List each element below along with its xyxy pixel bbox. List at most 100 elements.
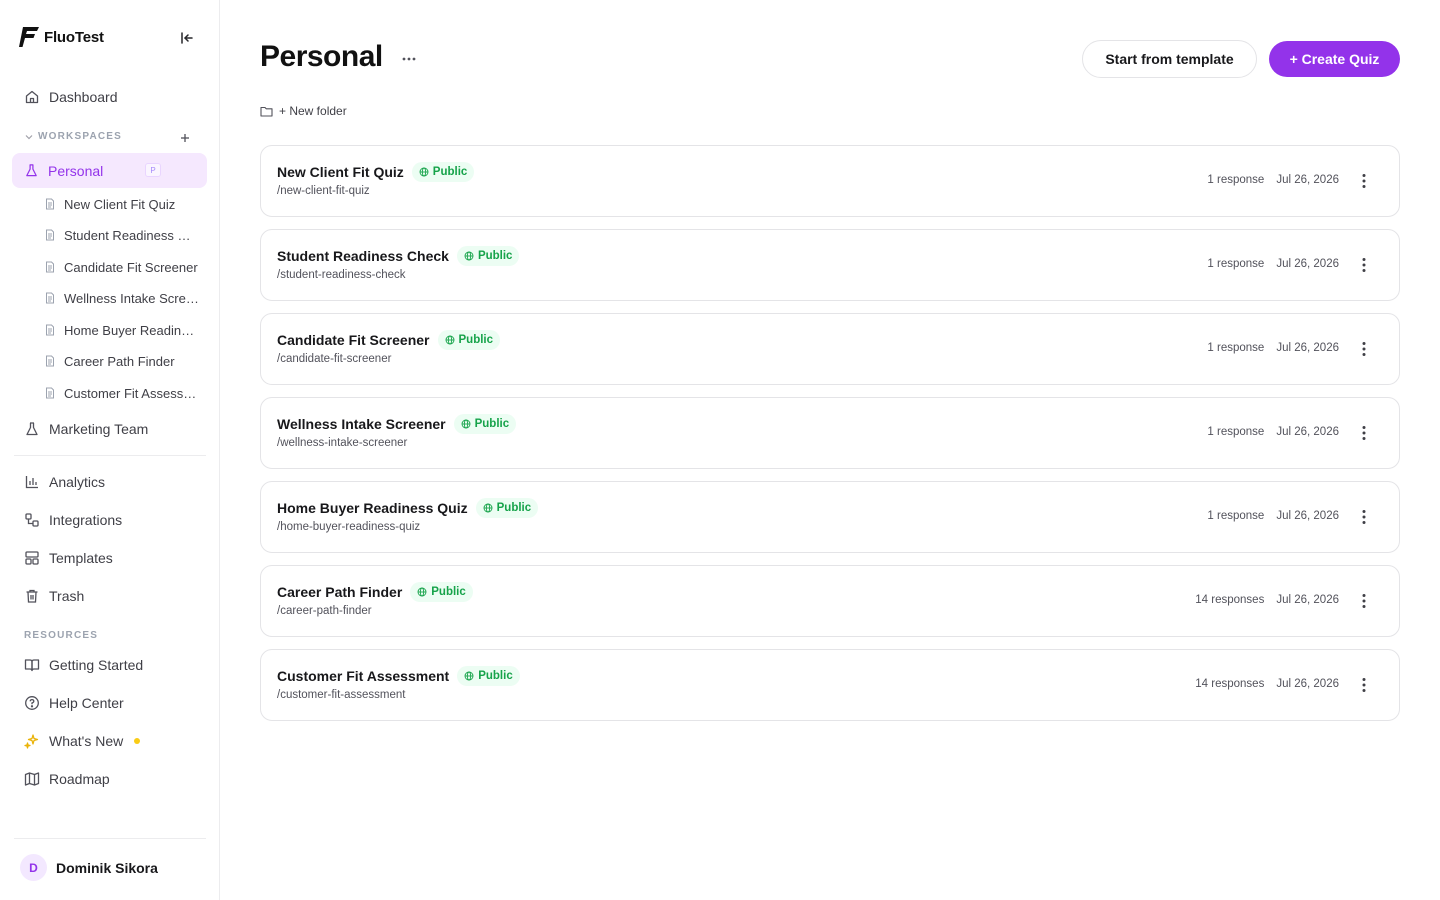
sidebar-quiz-label: Candidate Fit Screener [64, 259, 198, 275]
document-icon [46, 324, 54, 336]
quiz-card[interactable]: Customer Fit Assessment Public /customer… [260, 649, 1400, 721]
sidebar-item-label: Roadmap [49, 771, 110, 787]
quiz-slug: /new-client-fit-quiz [277, 185, 370, 197]
quiz-slug: /career-path-finder [277, 605, 372, 617]
kebab-menu-icon[interactable] [1355, 424, 1373, 442]
avatar: D [20, 854, 47, 881]
response-count: 1 response [1207, 510, 1265, 522]
document-icon [46, 261, 54, 273]
sidebar-quiz-label: Career Path Finder [64, 353, 175, 369]
quiz-slug: /home-buyer-readiness-quiz [277, 521, 421, 533]
status-label: Public [458, 334, 494, 346]
sidebar-item-integrations[interactable]: Integrations [12, 503, 207, 537]
sidebar-item-templates[interactable]: Templates [12, 541, 207, 575]
status-badge: Public [437, 330, 501, 350]
help-circle-icon [25, 696, 39, 710]
kebab-menu-icon[interactable] [1355, 172, 1373, 190]
workspace-badge: P [145, 163, 161, 177]
sidebar-item-getting-started[interactable]: Getting Started [12, 648, 207, 682]
brand-name: FluoTest [44, 28, 104, 46]
flask-icon [26, 164, 37, 177]
quiz-date: Jul 26, 2026 [1276, 174, 1339, 186]
flask-icon [26, 422, 38, 436]
folder-icon [260, 106, 273, 117]
new-folder-button[interactable]: + New folder [260, 104, 347, 118]
templates-icon [25, 551, 39, 565]
workspace-personal[interactable]: Personal P [12, 153, 207, 188]
sidebar-item-analytics[interactable]: Analytics [12, 465, 207, 499]
quiz-date: Jul 26, 2026 [1276, 426, 1339, 438]
kebab-menu-icon[interactable] [1355, 256, 1373, 274]
sidebar-quiz-label: New Client Fit Quiz [64, 196, 176, 212]
status-badge: Public [410, 582, 473, 602]
quiz-date: Jul 26, 2026 [1276, 678, 1339, 690]
document-icon [46, 198, 54, 210]
quiz-name: Wellness Intake Screener [277, 416, 446, 432]
sidebar-item-help-center[interactable]: Help Center [12, 686, 207, 720]
quiz-slug: /wellness-intake-screener [277, 437, 408, 449]
workspaces-header[interactable]: WORKSPACES [24, 131, 192, 142]
globe-icon [445, 335, 454, 345]
kebab-menu-icon[interactable] [1355, 676, 1373, 694]
home-icon [25, 90, 39, 104]
sidebar-quiz-label: Customer Fit Assessment [64, 385, 199, 401]
sidebar-quiz-item[interactable]: New Client Fit Quiz [44, 192, 199, 216]
quiz-slug: /customer-fit-assessment [277, 689, 406, 701]
response-count: 14 responses [1195, 594, 1265, 606]
kebab-menu-icon[interactable] [1355, 508, 1373, 526]
response-count: 14 responses [1195, 678, 1265, 690]
book-icon [24, 659, 40, 672]
resources-label: RESOURCES [24, 630, 99, 641]
sidebar-item-label: Help Center [49, 695, 124, 711]
quiz-card[interactable]: Career Path Finder Public /career-path-f… [260, 565, 1400, 637]
new-folder-label: + New folder [279, 104, 347, 118]
collapse-sidebar-icon[interactable] [178, 29, 196, 47]
sidebar-item-trash[interactable]: Trash [12, 579, 207, 613]
bar-chart-icon [25, 476, 38, 489]
status-label: Public [474, 418, 510, 430]
sidebar-item-label: What's New [49, 733, 124, 749]
user-profile[interactable]: D Dominik Sikora [20, 854, 158, 881]
kebab-menu-icon[interactable] [1355, 592, 1373, 610]
workspaces-label: WORKSPACES [38, 131, 123, 142]
fluotest-logo-icon [19, 27, 39, 47]
sidebar-item-dashboard[interactable]: Dashboard [12, 80, 207, 114]
status-label: Public [478, 670, 513, 682]
integrations-icon [25, 513, 39, 527]
workspace-marketing-label: Marketing Team [49, 421, 149, 437]
response-count: 1 response [1207, 258, 1265, 270]
quiz-date: Jul 26, 2026 [1276, 510, 1339, 522]
status-badge: Public [456, 246, 520, 266]
kebab-menu-icon[interactable] [1355, 340, 1373, 358]
workspace-marketing-team[interactable]: Marketing Team [12, 412, 207, 446]
sidebar-quiz-item[interactable]: Candidate Fit Screener [44, 255, 199, 279]
status-badge: Public [453, 414, 517, 434]
add-workspace-icon[interactable] [178, 131, 192, 145]
quiz-card[interactable]: Candidate Fit Screener Public /candidate… [260, 313, 1400, 385]
start-from-template-button[interactable]: Start from template [1082, 40, 1257, 78]
brand-logo[interactable]: FluoTest [19, 25, 104, 49]
sidebar-quiz-item[interactable]: Customer Fit Assessment [44, 381, 199, 405]
sidebar-quiz-item[interactable]: Career Path Finder [44, 349, 199, 373]
sidebar-quiz-item[interactable]: Student Readiness Check [44, 223, 199, 247]
sidebar-quiz-item[interactable]: Home Buyer Readiness Quiz [44, 318, 199, 342]
sidebar-item-label: Trash [49, 588, 85, 604]
quiz-name: Home Buyer Readiness Quiz [277, 500, 468, 516]
trash-icon [26, 589, 38, 603]
quiz-card[interactable]: Student Readiness Check Public /student-… [260, 229, 1400, 301]
status-badge: Public [457, 666, 520, 686]
sidebar-item-whats-new[interactable]: What's New [12, 724, 207, 758]
quiz-card[interactable]: New Client Fit Quiz Public /new-client-f… [260, 145, 1400, 217]
quiz-date: Jul 26, 2026 [1276, 594, 1339, 606]
sidebar-item-roadmap[interactable]: Roadmap [12, 762, 207, 796]
create-quiz-button[interactable]: + Create Quiz [1269, 41, 1400, 77]
quiz-card[interactable]: Home Buyer Readiness Quiz Public /home-b… [260, 481, 1400, 553]
sidebar-item-label: Integrations [49, 512, 123, 528]
status-badge: Public [475, 498, 539, 518]
globe-icon [417, 587, 427, 597]
sidebar-quiz-label: Home Buyer Readiness Quiz [64, 322, 199, 338]
sidebar-item-label: Analytics [49, 474, 106, 490]
quiz-card[interactable]: Wellness Intake Screener Public /wellnes… [260, 397, 1400, 469]
more-options-icon[interactable] [400, 50, 418, 68]
sidebar-quiz-item[interactable]: Wellness Intake Screener [44, 286, 199, 310]
